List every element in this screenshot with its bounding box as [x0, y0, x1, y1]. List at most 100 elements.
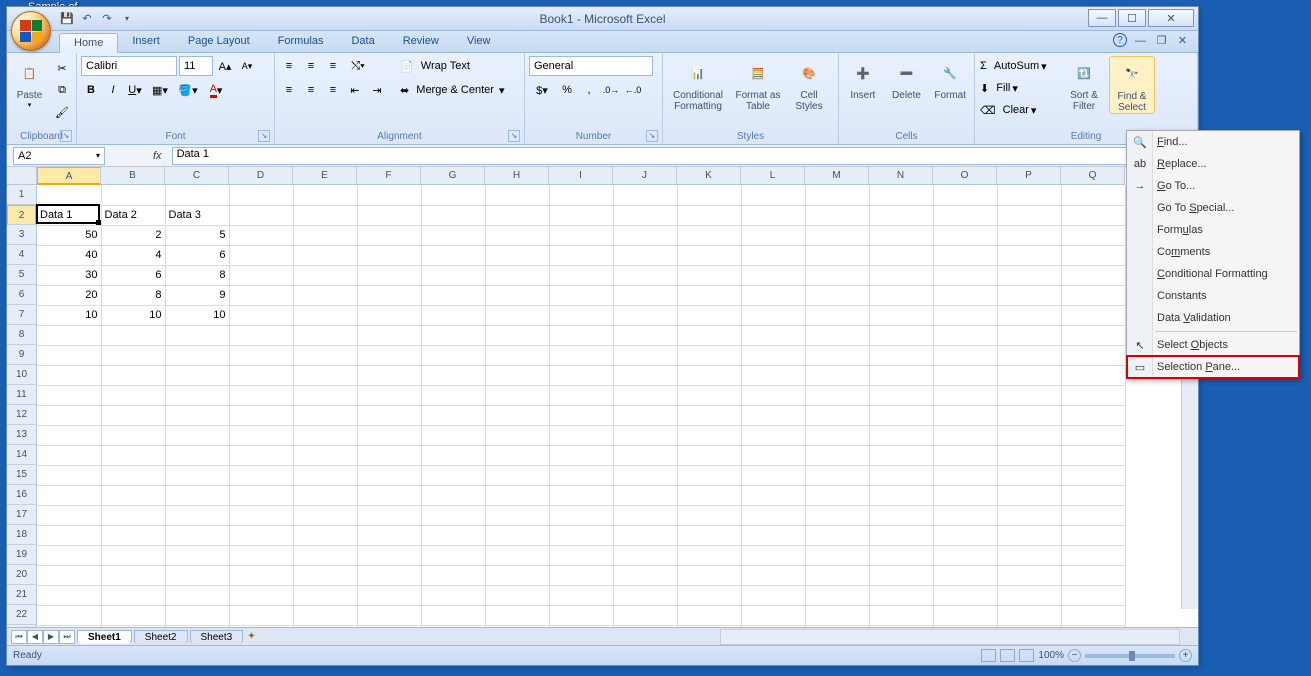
increase-font-icon[interactable]: A▴: [215, 56, 235, 76]
font-launcher[interactable]: ↘: [258, 130, 270, 142]
cell[interactable]: [869, 565, 933, 585]
cell[interactable]: [1061, 305, 1125, 325]
cell[interactable]: [933, 485, 997, 505]
cell[interactable]: [933, 425, 997, 445]
cell[interactable]: [805, 405, 869, 425]
cell[interactable]: [549, 505, 613, 525]
cell[interactable]: [869, 485, 933, 505]
row-header[interactable]: 10: [7, 365, 37, 385]
cell[interactable]: [869, 265, 933, 285]
cell[interactable]: [805, 605, 869, 625]
paste-button[interactable]: 📋 Paste ▾: [11, 56, 48, 109]
cell[interactable]: [357, 205, 421, 225]
cell[interactable]: [677, 445, 741, 465]
row-header[interactable]: 2: [7, 205, 37, 225]
horizontal-scrollbar[interactable]: [720, 629, 1180, 645]
cell[interactable]: [293, 525, 357, 545]
cell[interactable]: [549, 325, 613, 345]
cell[interactable]: [1061, 485, 1125, 505]
column-header[interactable]: P: [997, 167, 1061, 185]
cell[interactable]: [101, 185, 165, 205]
cell[interactable]: [997, 525, 1061, 545]
cell[interactable]: [549, 385, 613, 405]
cell[interactable]: [997, 245, 1061, 265]
cell[interactable]: 9: [165, 285, 229, 305]
cell[interactable]: [357, 525, 421, 545]
cell[interactable]: [293, 205, 357, 225]
cell[interactable]: [869, 205, 933, 225]
sheet-nav-last[interactable]: ⏭: [59, 630, 75, 644]
cell[interactable]: [357, 345, 421, 365]
row-header[interactable]: 17: [7, 505, 37, 525]
cell[interactable]: [997, 485, 1061, 505]
wrap-text-button[interactable]: 📄 Wrap Text: [397, 56, 507, 76]
cell[interactable]: [613, 465, 677, 485]
cell[interactable]: [37, 545, 101, 565]
cell[interactable]: [677, 305, 741, 325]
cell[interactable]: [293, 485, 357, 505]
cell[interactable]: [357, 585, 421, 605]
row-header[interactable]: 7: [7, 305, 37, 325]
cell[interactable]: [1061, 345, 1125, 365]
comma-icon[interactable]: ,: [579, 80, 599, 100]
cell[interactable]: [997, 405, 1061, 425]
cell[interactable]: [37, 405, 101, 425]
cell[interactable]: [1061, 525, 1125, 545]
cell[interactable]: [741, 325, 805, 345]
cell[interactable]: 4: [101, 245, 165, 265]
cell[interactable]: [549, 225, 613, 245]
cell[interactable]: [677, 245, 741, 265]
cell[interactable]: [677, 585, 741, 605]
cell[interactable]: [485, 325, 549, 345]
cell[interactable]: [741, 225, 805, 245]
cell[interactable]: [677, 505, 741, 525]
cell[interactable]: [1061, 605, 1125, 625]
cell[interactable]: [293, 445, 357, 465]
cell[interactable]: [549, 285, 613, 305]
sheet-tab[interactable]: Sheet2: [134, 630, 188, 644]
normal-view-icon[interactable]: [981, 649, 996, 662]
cell[interactable]: [101, 505, 165, 525]
cell[interactable]: [229, 205, 293, 225]
align-bottom-icon[interactable]: ≡: [323, 56, 343, 76]
column-header[interactable]: G: [421, 167, 485, 185]
delete-cells-button[interactable]: ➖ Delete: [887, 56, 927, 101]
cell[interactable]: [101, 325, 165, 345]
cell[interactable]: [165, 445, 229, 465]
cell[interactable]: [485, 525, 549, 545]
cell[interactable]: [421, 485, 485, 505]
cell[interactable]: [229, 545, 293, 565]
cell[interactable]: [613, 525, 677, 545]
cell[interactable]: [485, 445, 549, 465]
align-middle-icon[interactable]: ≡: [301, 56, 321, 76]
cell[interactable]: [101, 445, 165, 465]
cell[interactable]: [1061, 405, 1125, 425]
number-launcher[interactable]: ↘: [646, 130, 658, 142]
align-top-icon[interactable]: ≡: [279, 56, 299, 76]
insert-cells-button[interactable]: ➕ Insert: [843, 56, 883, 101]
cell[interactable]: [37, 385, 101, 405]
cell[interactable]: 30: [37, 265, 101, 285]
cell[interactable]: [101, 565, 165, 585]
cell[interactable]: [677, 405, 741, 425]
cell[interactable]: [37, 505, 101, 525]
cell[interactable]: [293, 225, 357, 245]
cell[interactable]: [229, 385, 293, 405]
cell[interactable]: [677, 345, 741, 365]
cell[interactable]: [101, 465, 165, 485]
cell[interactable]: [421, 345, 485, 365]
row-header[interactable]: 1: [7, 185, 37, 205]
cell[interactable]: [293, 605, 357, 625]
column-header[interactable]: L: [741, 167, 805, 185]
orientation-icon[interactable]: ⤭▾: [345, 56, 371, 76]
cell[interactable]: [421, 445, 485, 465]
cell[interactable]: [549, 485, 613, 505]
menu-item-conditional-formatting[interactable]: Conditional Formatting: [1127, 263, 1299, 285]
decrease-font-icon[interactable]: A▾: [237, 56, 257, 76]
menu-item-go-to[interactable]: →Go To...: [1127, 175, 1299, 197]
cell[interactable]: [101, 405, 165, 425]
sheet-nav-prev[interactable]: ◀: [27, 630, 43, 644]
cell[interactable]: [613, 545, 677, 565]
cell[interactable]: [421, 325, 485, 345]
find-select-button[interactable]: 🔭 Find & Select: [1109, 56, 1155, 114]
